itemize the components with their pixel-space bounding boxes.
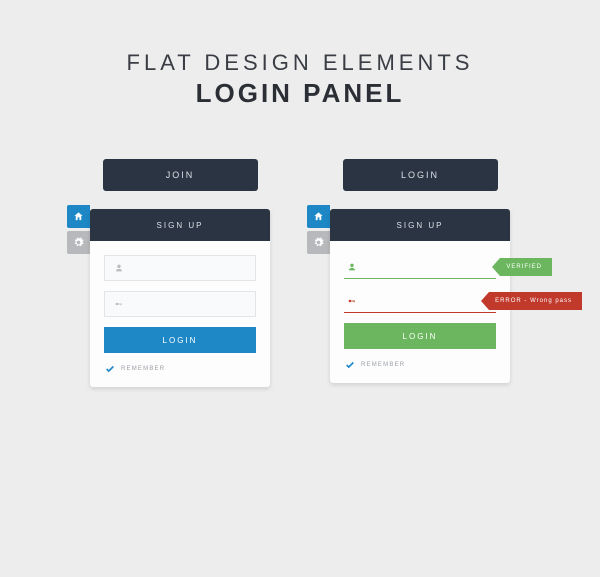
check-icon — [344, 359, 356, 371]
home-tab[interactable] — [307, 205, 330, 228]
login-button[interactable]: LOGIN — [104, 327, 256, 353]
settings-tab[interactable] — [307, 231, 330, 254]
join-button[interactable]: JOIN — [103, 159, 258, 191]
key-icon — [113, 298, 125, 310]
home-icon — [313, 211, 325, 223]
gear-icon — [73, 237, 85, 249]
remember-label: REMEMBER — [121, 366, 165, 372]
login-button[interactable]: LOGIN — [344, 323, 496, 349]
login-top-button[interactable]: LOGIN — [343, 159, 498, 191]
remember-toggle[interactable]: REMEMBER — [344, 359, 496, 371]
username-field[interactable]: VERIFIED — [344, 255, 496, 279]
verified-badge: VERIFIED — [500, 258, 552, 276]
password-field[interactable] — [104, 291, 256, 317]
username-field[interactable] — [104, 255, 256, 281]
check-icon — [104, 363, 116, 375]
signup-card: SIGN UP VERIFIED ERROR - Wrong pass LOGI… — [330, 209, 510, 383]
remember-label: REMEMBER — [361, 362, 405, 368]
home-tab[interactable] — [67, 205, 90, 228]
signup-card: SIGN UP LOGIN REMEMBER — [90, 209, 270, 387]
panel-join: JOIN SIGN UP — [90, 159, 270, 387]
user-icon — [346, 261, 358, 273]
card-header: SIGN UP — [330, 209, 510, 241]
settings-tab[interactable] — [67, 231, 90, 254]
remember-toggle[interactable]: REMEMBER — [104, 363, 256, 375]
side-tabs — [67, 205, 90, 254]
side-tabs — [307, 205, 330, 254]
password-field[interactable]: ERROR - Wrong pass — [344, 289, 496, 313]
error-badge: ERROR - Wrong pass — [489, 292, 582, 310]
card-header: SIGN UP — [90, 209, 270, 241]
key-icon — [346, 295, 358, 307]
user-icon — [113, 262, 125, 274]
panel-login: LOGIN SIGN UP VERIFIED — [330, 159, 510, 387]
page-subtitle: FLAT DESIGN ELEMENTS — [0, 50, 600, 76]
home-icon — [73, 211, 85, 223]
gear-icon — [313, 237, 325, 249]
page-title: LOGIN PANEL — [0, 78, 600, 109]
